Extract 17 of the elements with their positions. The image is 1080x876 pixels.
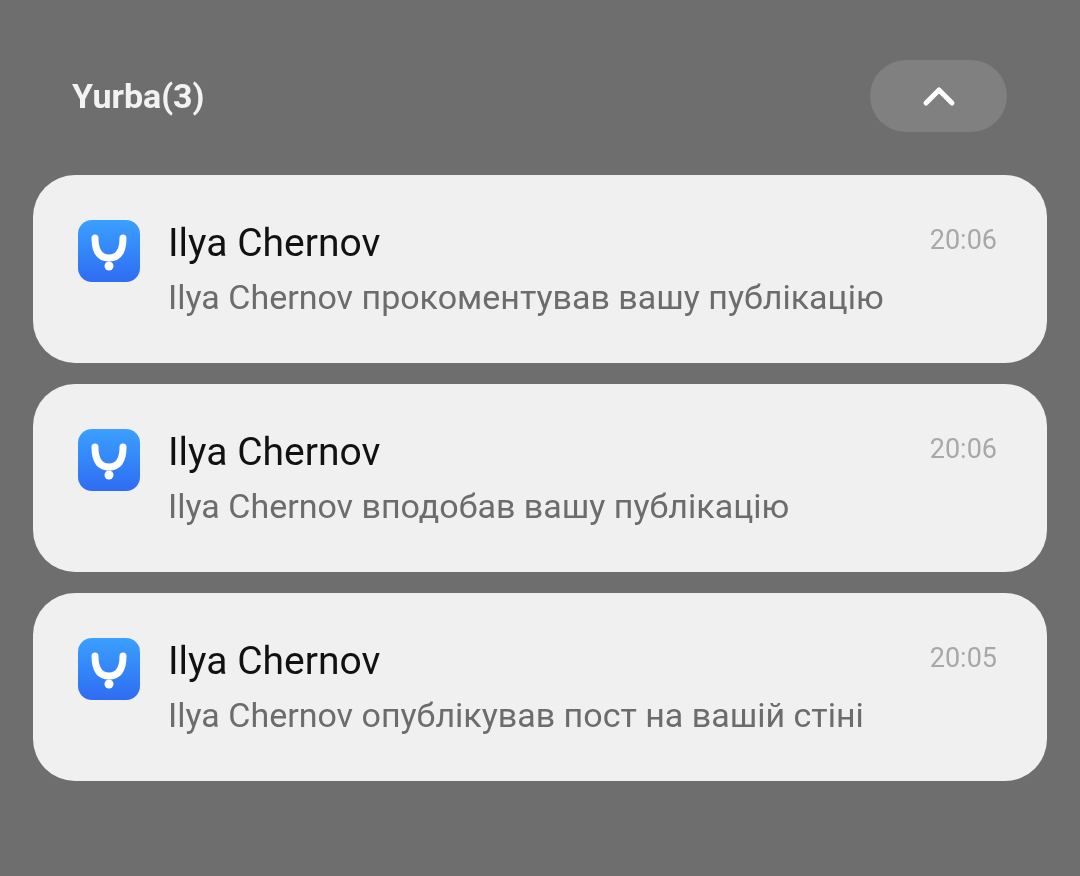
sender-name: Ilya Chernov: [168, 637, 381, 686]
notification-time: 20:06: [929, 223, 997, 258]
app-logo-icon: [78, 429, 140, 491]
notification-text: Ilya Chernov вподобав вашу публікацію: [168, 485, 791, 528]
app-logo-icon: [78, 638, 140, 700]
sender-name: Ilya Chernov: [168, 428, 381, 477]
app-logo-icon: [78, 220, 140, 282]
notification-card[interactable]: Ilya Chernov 20:06 Ilya Chernov прокоментував вашу публікацію: [33, 175, 1047, 363]
group-title: Yurba(3): [72, 76, 205, 116]
notification-card[interactable]: Ilya Chernov 20:06 Ilya Chernov вподобав вашу публікацію: [33, 384, 1047, 572]
notification-card[interactable]: Ilya Chernov 20:05 Ilya Chernov опублікував пост на вашій стіні: [33, 593, 1047, 781]
notification-time: 20:06: [929, 432, 997, 467]
chevron-icon: [921, 84, 956, 108]
notification-text: Ilya Chernov опублікував пост на вашій стіні: [168, 694, 865, 737]
notification-time: 20:05: [929, 641, 997, 676]
sender-name: Ilya Chernov: [168, 219, 381, 268]
notification-text: Ilya Chernov прокоментував вашу публікацію: [168, 276, 885, 319]
